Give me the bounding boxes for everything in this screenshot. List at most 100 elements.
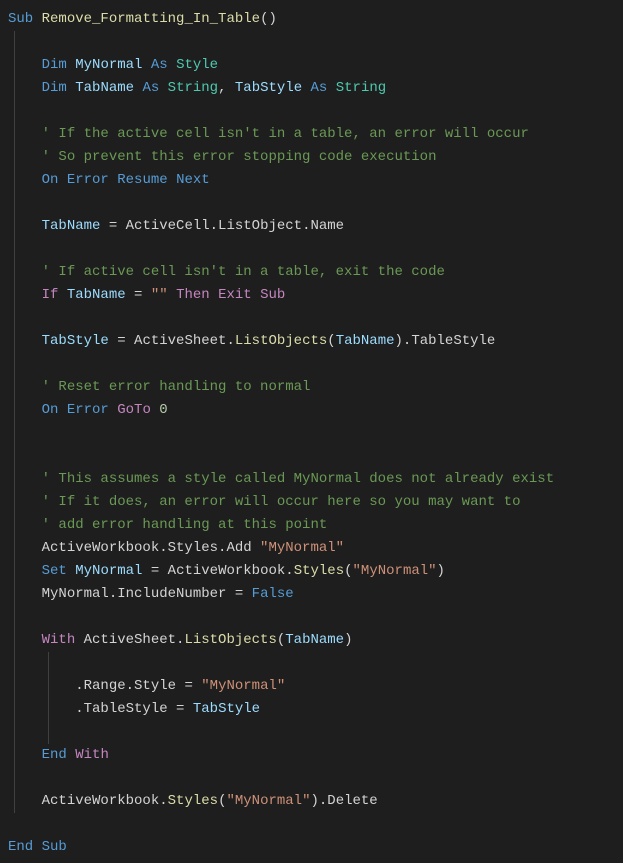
keyword-sub: Sub bbox=[8, 11, 33, 27]
keyword-end: End bbox=[42, 747, 67, 763]
object-path: ActiveWorkbook.Styles.Add bbox=[42, 540, 260, 556]
variable: TabStyle bbox=[193, 701, 260, 717]
string: "MyNormal" bbox=[201, 678, 285, 694]
paren-close: ) bbox=[344, 632, 352, 648]
equals: = bbox=[100, 218, 125, 234]
code-line[interactable] bbox=[8, 238, 623, 261]
code-line[interactable]: ActiveWorkbook.Styles.Add "MyNormal" bbox=[8, 537, 623, 560]
code-line[interactable]: ' So prevent this error stopping code ex… bbox=[8, 146, 623, 169]
code-line[interactable] bbox=[8, 652, 623, 675]
comment: ' If it does, an error will occur here s… bbox=[42, 494, 521, 510]
code-line[interactable] bbox=[8, 353, 623, 376]
code-line[interactable]: On Error GoTo 0 bbox=[8, 399, 623, 422]
equals: = bbox=[126, 287, 151, 303]
keyword-then: Then bbox=[176, 287, 210, 303]
keyword-set: Set bbox=[42, 563, 67, 579]
code-line[interactable]: .TableStyle = TabStyle bbox=[8, 698, 623, 721]
keyword-next: Next bbox=[176, 172, 210, 188]
code-line[interactable]: End Sub bbox=[8, 836, 623, 859]
comment: ' If active cell isn't in a table, exit … bbox=[42, 264, 445, 280]
code-line[interactable]: TabName = ActiveCell.ListObject.Name bbox=[8, 215, 623, 238]
code-line[interactable] bbox=[8, 307, 623, 330]
code-line[interactable]: Dim MyNormal As Style bbox=[8, 54, 623, 77]
function: Styles bbox=[294, 563, 344, 579]
code-line[interactable]: ' This assumes a style called MyNormal d… bbox=[8, 468, 623, 491]
code-line[interactable] bbox=[8, 100, 623, 123]
keyword-dim: Dim bbox=[42, 57, 67, 73]
keyword-as: As bbox=[142, 80, 159, 96]
equals: = bbox=[168, 701, 193, 717]
comment: ' add error handling at this point bbox=[42, 517, 328, 533]
code-line[interactable]: TabStyle = ActiveSheet.ListObjects(TabNa… bbox=[8, 330, 623, 353]
code-line[interactable]: ActiveWorkbook.Styles("MyNormal").Delete bbox=[8, 790, 623, 813]
keyword-false: False bbox=[252, 586, 294, 602]
code-line[interactable]: MyNormal.IncludeNumber = False bbox=[8, 583, 623, 606]
paren-open: ( bbox=[327, 333, 335, 349]
code-line[interactable]: ' If the active cell isn't in a table, a… bbox=[8, 123, 623, 146]
code-line[interactable]: ' add error handling at this point bbox=[8, 514, 623, 537]
variable: TabName bbox=[67, 287, 126, 303]
variable: TabName bbox=[75, 80, 134, 96]
object: ActiveWorkbook. bbox=[168, 563, 294, 579]
keyword-on: On bbox=[42, 172, 59, 188]
parens: () bbox=[260, 11, 277, 27]
equals: = bbox=[142, 563, 167, 579]
paren-close: ) bbox=[310, 793, 318, 809]
keyword-on: On bbox=[42, 402, 59, 418]
string: "MyNormal" bbox=[260, 540, 344, 556]
code-line[interactable]: ' If active cell isn't in a table, exit … bbox=[8, 261, 623, 284]
object-path: MyNormal.IncludeNumber bbox=[42, 586, 227, 602]
keyword-error: Error bbox=[67, 172, 109, 188]
method: .Delete bbox=[319, 793, 378, 809]
code-line[interactable]: With ActiveSheet.ListObjects(TabName) bbox=[8, 629, 623, 652]
code-line[interactable] bbox=[8, 422, 623, 445]
function: ListObjects bbox=[184, 632, 276, 648]
object: ActiveSheet. bbox=[134, 333, 235, 349]
comma: , bbox=[218, 80, 235, 96]
keyword-dim: Dim bbox=[42, 80, 67, 96]
variable: TabStyle bbox=[235, 80, 302, 96]
equals: = bbox=[109, 333, 134, 349]
code-line[interactable]: ' If it does, an error will occur here s… bbox=[8, 491, 623, 514]
function: ListObjects bbox=[235, 333, 327, 349]
code-line[interactable] bbox=[8, 192, 623, 215]
code-editor[interactable]: Sub Remove_Formatting_In_Table() Dim MyN… bbox=[0, 8, 623, 859]
paren-close: ) bbox=[395, 333, 403, 349]
keyword-with: With bbox=[42, 632, 76, 648]
indent-guide-1 bbox=[14, 31, 15, 813]
property: .Range.Style bbox=[75, 678, 176, 694]
keyword-exit-sub: Exit Sub bbox=[218, 287, 285, 303]
variable: MyNormal bbox=[75, 563, 142, 579]
code-line[interactable] bbox=[8, 721, 623, 744]
code-line[interactable] bbox=[8, 606, 623, 629]
keyword-as: As bbox=[151, 57, 168, 73]
object: ActiveSheet. bbox=[75, 632, 184, 648]
code-line[interactable]: ' Reset error handling to normal bbox=[8, 376, 623, 399]
sub-name: Remove_Formatting_In_Table bbox=[42, 11, 260, 27]
code-line[interactable] bbox=[8, 813, 623, 836]
code-line[interactable]: .Range.Style = "MyNormal" bbox=[8, 675, 623, 698]
keyword-resume: Resume bbox=[117, 172, 167, 188]
paren-close: ) bbox=[437, 563, 445, 579]
variable: TabName bbox=[285, 632, 344, 648]
code-line[interactable]: On Error Resume Next bbox=[8, 169, 623, 192]
string: "MyNormal" bbox=[353, 563, 437, 579]
code-line[interactable]: Sub Remove_Formatting_In_Table() bbox=[8, 8, 623, 31]
code-line[interactable] bbox=[8, 445, 623, 468]
paren-open: ( bbox=[277, 632, 285, 648]
code-line[interactable]: End With bbox=[8, 744, 623, 767]
code-line[interactable]: Set MyNormal = ActiveWorkbook.Styles("My… bbox=[8, 560, 623, 583]
code-line[interactable] bbox=[8, 767, 623, 790]
code-line[interactable]: If TabName = "" Then Exit Sub bbox=[8, 284, 623, 307]
keyword-with: With bbox=[75, 747, 109, 763]
variable: TabName bbox=[336, 333, 395, 349]
code-line[interactable] bbox=[8, 31, 623, 54]
object: ActiveWorkbook. bbox=[42, 793, 168, 809]
code-line[interactable]: Dim TabName As String, TabStyle As Strin… bbox=[8, 77, 623, 100]
function: Styles bbox=[168, 793, 218, 809]
object-path: ActiveCell.ListObject.Name bbox=[126, 218, 344, 234]
type: Style bbox=[176, 57, 218, 73]
equals: = bbox=[226, 586, 251, 602]
equals: = bbox=[176, 678, 201, 694]
comment: ' If the active cell isn't in a table, a… bbox=[42, 126, 529, 142]
